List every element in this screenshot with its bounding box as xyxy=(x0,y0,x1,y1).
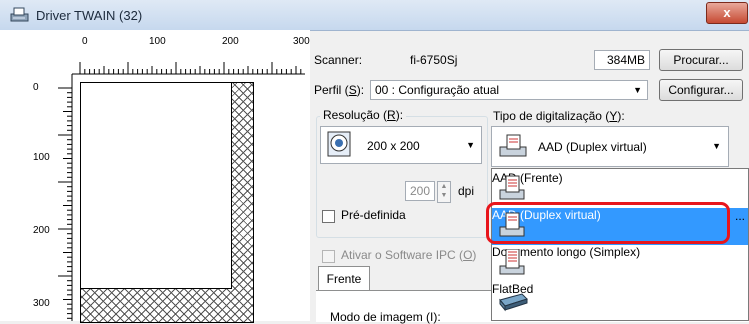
ruler-left-label: 100 xyxy=(33,152,50,163)
ruler-top-label: 200 xyxy=(222,36,239,47)
profile-select[interactable]: 00 : Configuração atual ▼ xyxy=(370,80,648,100)
resolution-icon xyxy=(327,131,351,157)
ipc-label: Ativar o Software IPC (O) xyxy=(341,248,477,262)
title-bar: Driver TWAIN (32) x xyxy=(0,0,749,31)
predefined-label: Pré-definida xyxy=(341,208,406,222)
resolution-label: Resolução (R): xyxy=(320,108,407,122)
flatbed-icon xyxy=(499,293,528,312)
dropdown-option[interactable]: FlatBed xyxy=(492,282,748,319)
ruler-left-label: 200 xyxy=(33,225,50,236)
chevron-down-icon: ▼ xyxy=(466,140,475,150)
scanner-label: Scanner: xyxy=(314,53,363,67)
scanner-app-icon xyxy=(10,7,29,22)
scan-type-label: Tipo de digitalização (Y): xyxy=(493,109,625,123)
ruler-left-label: 300 xyxy=(33,298,50,309)
chevron-down-icon: ▼ xyxy=(633,85,642,95)
resolution-value: 200 x 200 xyxy=(367,139,420,153)
profile-value: 00 : Configuração atual xyxy=(375,83,500,97)
scanner-feeder-icon xyxy=(499,175,525,200)
highlight-annotation xyxy=(486,202,730,244)
tab-front[interactable]: Frente xyxy=(318,266,370,291)
scan-type-select[interactable]: AAD (Duplex virtual) ▼ xyxy=(491,126,729,167)
ruler-top-label: 0 xyxy=(82,36,88,47)
dpi-unit: dpi xyxy=(458,184,475,198)
ruler-top-label: 300 xyxy=(293,36,310,47)
ruler-top-label: 100 xyxy=(149,36,166,47)
close-button[interactable]: x xyxy=(706,2,748,24)
long-document-icon xyxy=(499,249,525,275)
dpi-input[interactable]: 200 xyxy=(405,181,435,201)
window-title: Driver TWAIN (32) xyxy=(36,8,143,23)
browse-button[interactable]: Procurar... xyxy=(659,49,743,71)
profile-label: Perfil (S): xyxy=(314,83,365,97)
ruler-left-label: 0 xyxy=(33,82,39,93)
page-preview[interactable] xyxy=(80,82,232,289)
scan-type-dropdown: AAD (Frente) AAD (Duplex virtual) Docume… xyxy=(491,168,749,321)
image-mode-label: Modo de imagem (I): xyxy=(330,310,441,324)
memory-field: 384MB xyxy=(594,50,650,70)
dropdown-option[interactable]: Documento longo (Simplex) xyxy=(492,245,748,282)
scan-type-value: AAD (Duplex virtual) xyxy=(538,140,647,154)
predefined-checkbox[interactable] xyxy=(322,210,335,223)
ipc-checkbox[interactable] xyxy=(322,250,335,263)
dpi-stepper[interactable]: ▲ ▼ xyxy=(437,181,451,203)
scanner-model: fi-6750Sj xyxy=(410,53,458,67)
chevron-down-icon: ▼ xyxy=(712,141,721,151)
resolution-select[interactable]: 200 x 200 ▼ xyxy=(320,126,482,164)
scanner-duplex-icon xyxy=(499,134,527,157)
side-ellipsis: ... xyxy=(735,209,746,223)
configure-button[interactable]: Configurar... xyxy=(659,79,743,101)
